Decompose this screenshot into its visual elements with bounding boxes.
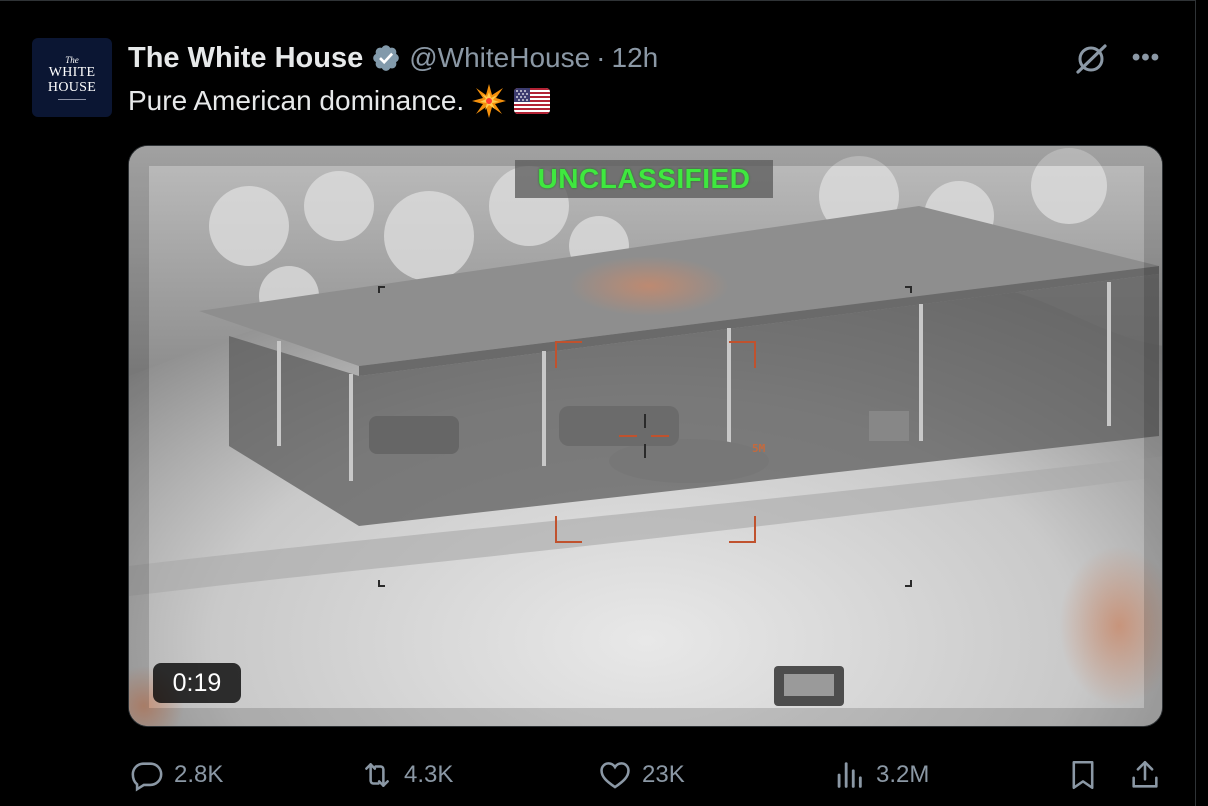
views-icon	[837, 762, 862, 788]
tweet[interactable]: The WHITE HOUSE The White House @WhiteHo…	[0, 0, 1196, 806]
bookmark-button[interactable]	[1066, 750, 1100, 800]
like-icon	[600, 762, 630, 789]
video-player[interactable]: UNCLASSIFIED 5M 0:19	[128, 145, 1163, 727]
tweet-text: Pure American dominance.	[128, 84, 551, 118]
bookmark-icon	[1072, 760, 1094, 790]
avatar-text-house: HOUSE	[47, 80, 97, 95]
action-bar: 2.8K 4.3K 23K 3.2M	[0, 750, 1196, 800]
avatar[interactable]: The WHITE HOUSE	[32, 38, 112, 117]
reply-icon	[131, 762, 163, 792]
repost-count: 4.3K	[404, 761, 454, 788]
share-button[interactable]	[1128, 750, 1162, 800]
repost-icon	[365, 763, 389, 787]
grok-icon[interactable]	[1072, 42, 1110, 76]
tweet-header: The White House @WhiteHouse · 12h	[128, 40, 658, 76]
author-name[interactable]: The White House	[128, 42, 363, 75]
collision-emoji	[472, 84, 507, 118]
range-marker: 5M	[752, 442, 766, 455]
author-handle[interactable]: @WhiteHouse	[409, 42, 590, 74]
verified-badge-icon[interactable]	[371, 43, 401, 73]
avatar-divider	[58, 99, 86, 100]
us-flag-emoji	[514, 88, 551, 114]
like-count: 23K	[642, 761, 685, 788]
avatar-text-white: WHITE	[48, 65, 96, 80]
views-count: 3.2M	[876, 761, 930, 788]
tweet-text-body: Pure American dominance.	[128, 85, 465, 116]
views-button[interactable]: 3.2M	[832, 750, 929, 800]
thermal-video-frame	[129, 146, 1162, 726]
like-button[interactable]: 23K	[598, 750, 685, 800]
repost-button[interactable]: 4.3K	[360, 750, 453, 800]
share-icon	[1132, 760, 1158, 788]
timestamp[interactable]: 12h	[612, 42, 659, 74]
reply-count: 2.8K	[174, 761, 224, 788]
separator-dot: ·	[596, 42, 606, 73]
reply-button[interactable]: 2.8K	[130, 750, 223, 800]
classification-label: UNCLASSIFIED	[515, 160, 773, 198]
avatar-text-the: The	[65, 55, 79, 65]
more-icon[interactable]: •••	[1130, 44, 1162, 72]
video-duration: 0:19	[153, 663, 241, 703]
